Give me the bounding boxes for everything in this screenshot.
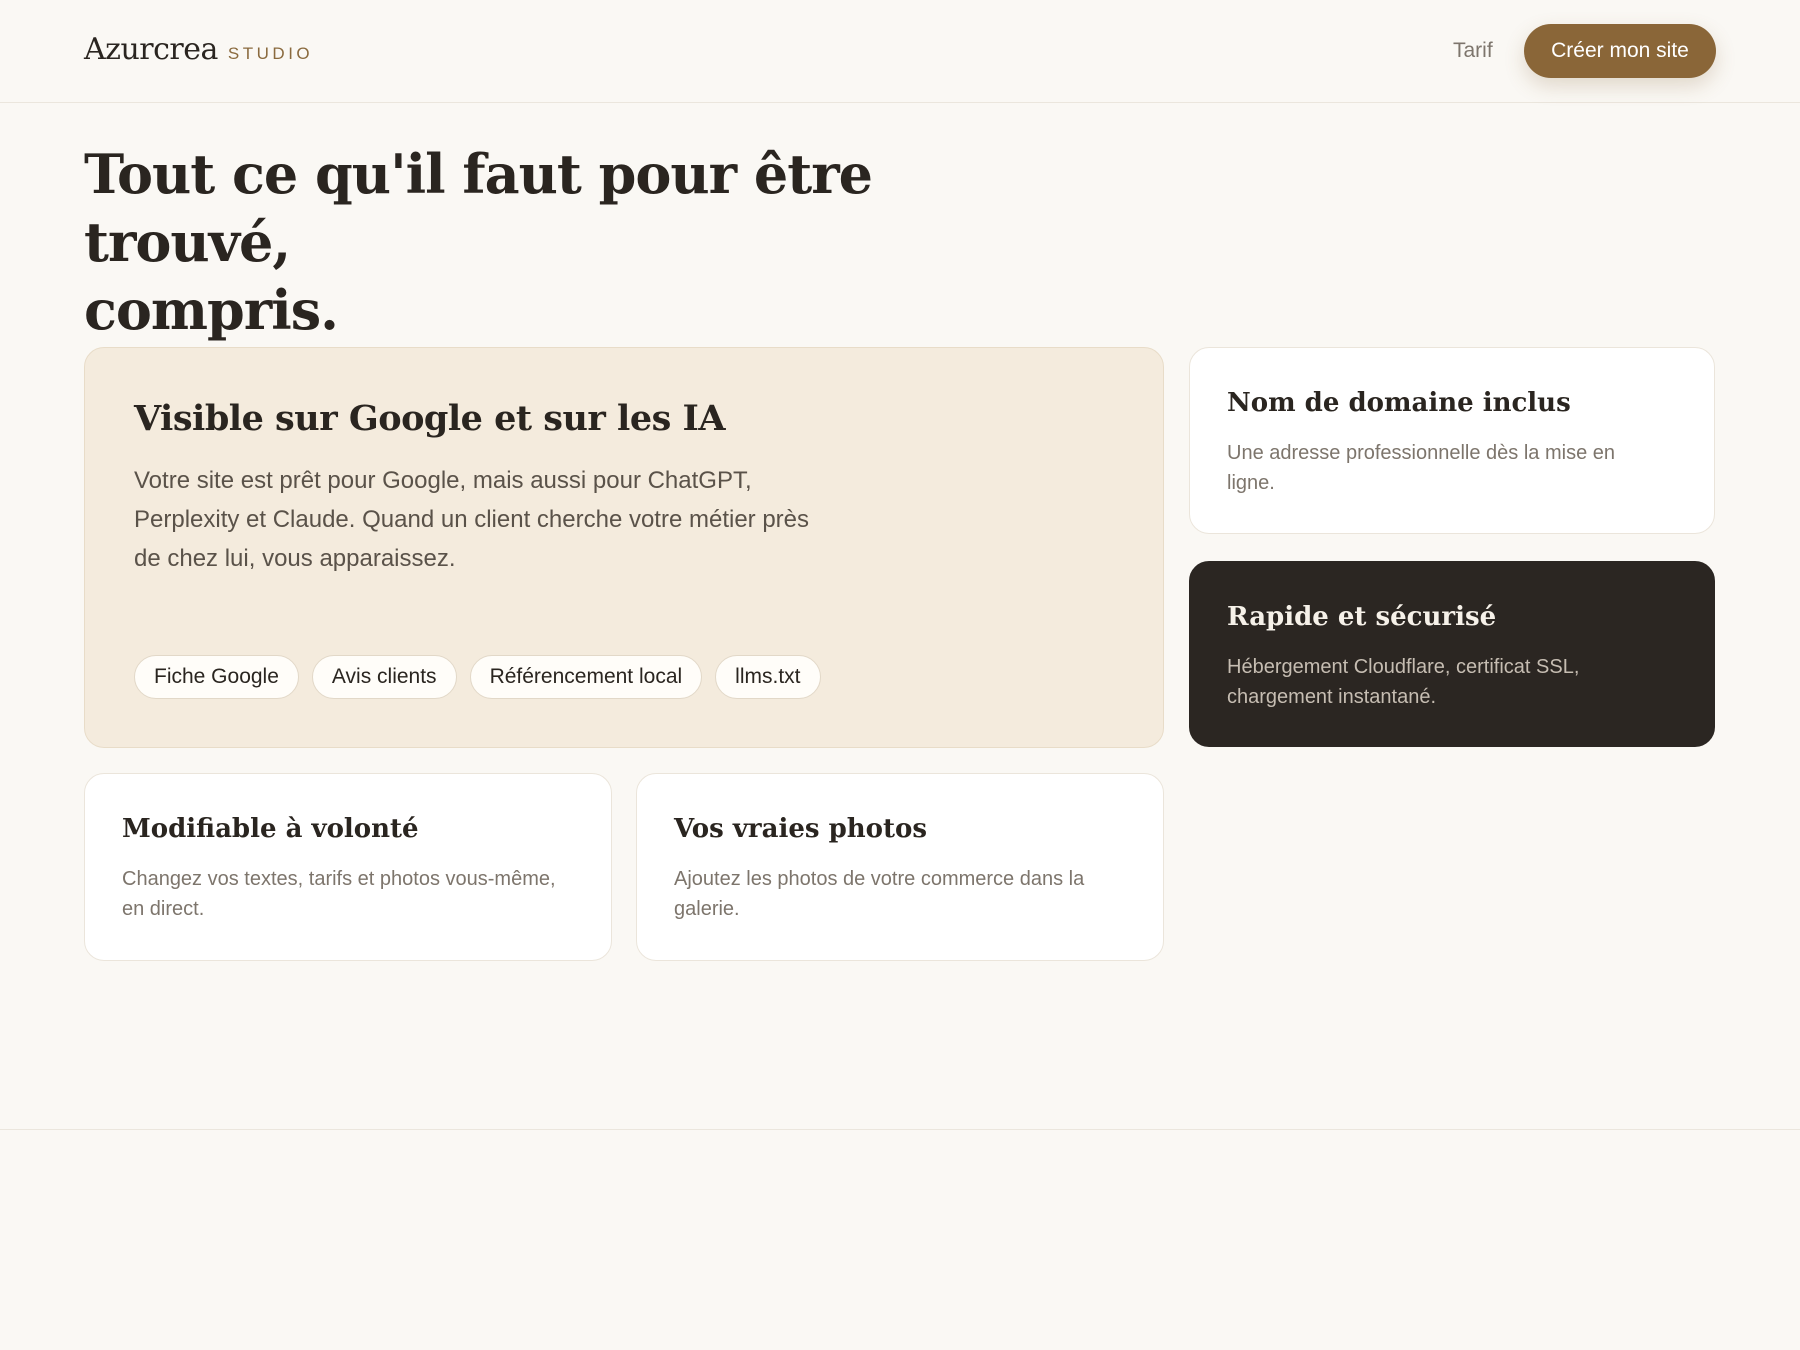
card-fast-title: Rapide et sécurisé xyxy=(1227,602,1497,632)
brand-name: Azurcrea xyxy=(84,32,218,67)
card-fast-description: Hébergement Cloudflare, certificat SSL, … xyxy=(1227,656,1580,708)
card-editable: Modifiable à volonté Changez vos textes,… xyxy=(84,773,612,961)
feature-tags: Fiche Google Avis clients Référencement … xyxy=(134,655,821,699)
brand-logo[interactable]: Azurcrea STUDIO xyxy=(84,32,313,67)
nav-link-pricing[interactable]: Tarif xyxy=(1453,39,1493,63)
card-domain-description: Une adresse professionnelle dès la mise … xyxy=(1227,442,1615,494)
card-editable-title: Modifiable à volonté xyxy=(122,814,419,844)
page-title-line-2: compris. xyxy=(84,278,339,342)
tag-llms-txt: llms.txt xyxy=(715,655,821,699)
section-divider xyxy=(0,1129,1800,1130)
card-editable-description: Changez vos textes, tarifs et photos vou… xyxy=(122,868,556,920)
page-title-line-1: Tout ce qu'il faut pour être trouvé, xyxy=(84,142,873,274)
site-header: Azurcrea STUDIO Tarif Créer mon site xyxy=(0,0,1800,103)
brand-tag: STUDIO xyxy=(227,44,314,63)
tag-local-seo: Référencement local xyxy=(469,655,703,699)
card-domain-title: Nom de domaine inclus xyxy=(1227,388,1571,418)
create-site-button[interactable]: Créer mon site xyxy=(1524,24,1716,78)
card-domain: Nom de domaine inclus Une adresse profes… xyxy=(1189,347,1715,534)
page-title: Tout ce qu'il faut pour être trouvé, com… xyxy=(84,140,984,344)
card-fast-secure: Rapide et sécurisé Hébergement Cloudflar… xyxy=(1189,561,1715,747)
card-photos: Vos vraies photos Ajoutez les photos de … xyxy=(636,773,1164,961)
feature-card-description: Votre site est prêt pour Google, mais au… xyxy=(134,467,810,572)
feature-card-title: Visible sur Google et sur les IA xyxy=(134,398,726,439)
feature-card-visibility: Visible sur Google et sur les IA Votre s… xyxy=(84,347,1164,748)
tag-reviews: Avis clients xyxy=(311,655,457,699)
card-photos-title: Vos vraies photos xyxy=(674,814,927,844)
tag-google-profile: Fiche Google xyxy=(134,655,299,699)
card-photos-description: Ajoutez les photos de votre commerce dan… xyxy=(674,868,1085,920)
